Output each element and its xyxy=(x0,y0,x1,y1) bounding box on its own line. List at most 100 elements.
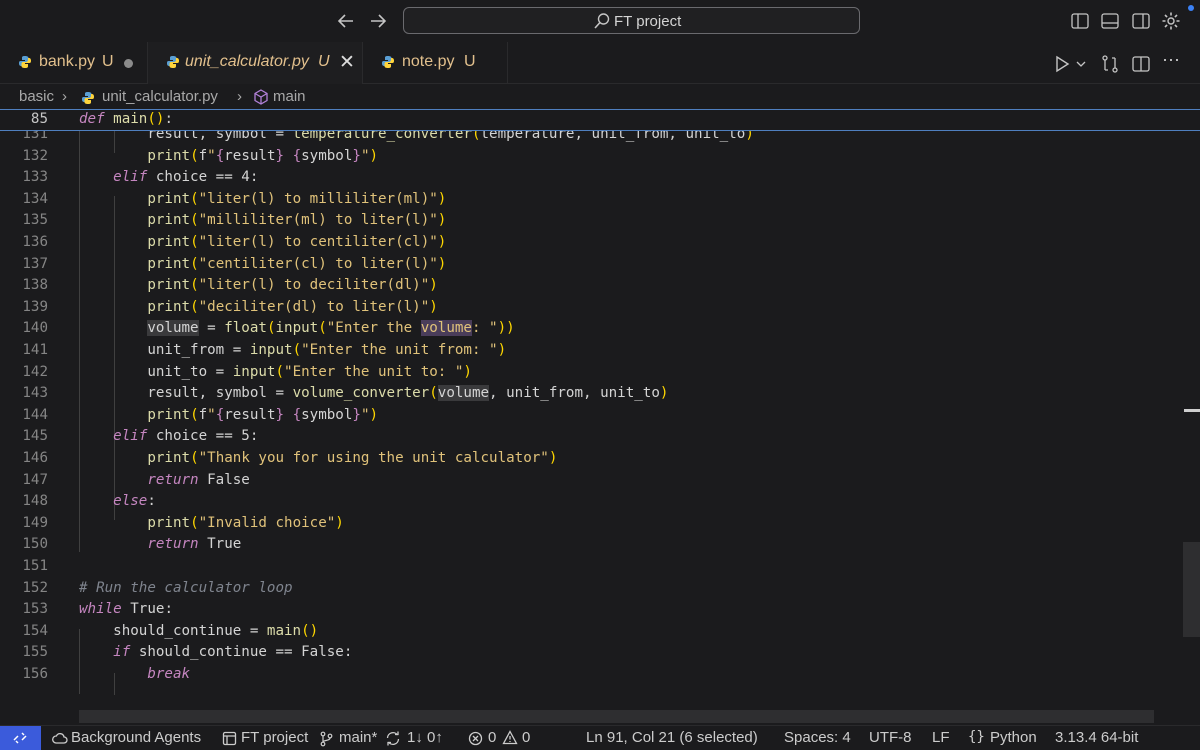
end-of-line[interactable]: LF xyxy=(932,729,950,746)
toggle-primary-sidebar-icon[interactable] xyxy=(1070,11,1090,31)
command-center-search[interactable]: FT project xyxy=(403,7,860,34)
line-number: 156 xyxy=(22,666,48,682)
toggle-secondary-sidebar-icon[interactable] xyxy=(1131,11,1151,31)
code-line[interactable]: 151 xyxy=(0,556,1185,578)
remote-icon xyxy=(13,732,27,744)
code-text: print("centiliter(cl) to liter(l)") xyxy=(147,255,447,272)
code-line[interactable]: 146 print("Thank you for using the unit … xyxy=(0,448,1185,470)
line-number: 143 xyxy=(22,385,48,402)
horizontal-scrollbar-thumb[interactable] xyxy=(79,710,1154,723)
code-line[interactable]: 153 while True: xyxy=(0,599,1185,621)
code-line[interactable]: 143 result, symbol = volume_converter(vo… xyxy=(0,383,1185,405)
line-number: 135 xyxy=(22,212,48,229)
code-line[interactable]: 152 # Run the calculator loop xyxy=(0,578,1185,600)
code-line[interactable]: 144 print(f"{result} {symbol}") xyxy=(0,405,1185,427)
line-number: 133 xyxy=(22,169,48,186)
code-line[interactable]: 138 print("liter(l) to deciliter(dl)") xyxy=(0,275,1185,297)
workspace-name[interactable]: FT project xyxy=(241,729,308,746)
code-line[interactable]: 133 elif choice == 4: xyxy=(0,167,1185,189)
code-line[interactable]: 132 print(f"{result} {symbol}") xyxy=(0,146,1185,168)
remote-indicator[interactable] xyxy=(0,726,41,750)
line-number: 147 xyxy=(22,471,48,488)
code-line[interactable]: 142 unit_to = input("Enter the unit to: … xyxy=(0,362,1185,384)
code-text: # Run the calculator loop xyxy=(79,579,293,596)
code-text: print("Invalid choice") xyxy=(147,514,344,531)
toggle-panel-icon[interactable] xyxy=(1100,11,1120,31)
code-editor[interactable]: 131 result, symbol = temperature_convert… xyxy=(0,109,1200,709)
warning-count[interactable]: 0 xyxy=(522,729,530,746)
breadcrumb-symbol[interactable]: main xyxy=(273,88,306,105)
vertical-scrollbar-thumb[interactable] xyxy=(1183,542,1200,637)
split-editor-icon[interactable] xyxy=(1131,54,1151,74)
line-number: 150 xyxy=(22,536,48,553)
code-line[interactable]: 135 print("milliliter(ml) to liter(l)") xyxy=(0,210,1185,232)
tab-note-py[interactable]: note.py U xyxy=(363,42,508,84)
code-text: should_continue = main() xyxy=(113,622,319,639)
error-count[interactable]: 0 xyxy=(488,729,496,746)
code-line[interactable]: 155 if should_continue == False: xyxy=(0,642,1185,664)
search-text: FT project xyxy=(614,13,682,30)
status-bar: Background Agents FT project main* 1↓ 0↑… xyxy=(0,725,1200,750)
python-interpreter[interactable]: 3.13.4 64-bit xyxy=(1055,729,1138,746)
code-line[interactable]: 136 print("liter(l) to centiliter(cl)") xyxy=(0,232,1185,254)
code-text: print("milliliter(ml) to liter(l)") xyxy=(147,212,447,229)
line-number: 138 xyxy=(22,277,48,294)
code-line[interactable]: 149 print("Invalid choice") xyxy=(0,513,1185,535)
code-text: volume = float(input("Enter the volume: … xyxy=(147,320,515,337)
line-number: 136 xyxy=(22,234,48,250)
language-mode[interactable]: Python xyxy=(990,729,1037,746)
line-number: 141 xyxy=(22,342,48,358)
code-line[interactable]: 147 return False xyxy=(0,470,1185,492)
tab-unit-calculator-py[interactable]: unit_calculator.py U ✕ xyxy=(148,42,363,84)
code-text: print(f"{result} {symbol}") xyxy=(147,147,379,164)
code-text: print("Thank you for using the unit calc… xyxy=(147,450,558,466)
run-python-icon[interactable] xyxy=(1052,54,1072,74)
braces-icon: {} xyxy=(968,729,985,745)
chevron-down-icon[interactable] xyxy=(1074,54,1088,74)
code-line[interactable]: 145 elif choice == 5: xyxy=(0,426,1185,448)
breadcrumb-folder[interactable]: basic xyxy=(19,88,54,105)
warning-icon xyxy=(502,730,518,745)
sync-status[interactable]: 1↓ 0↑ xyxy=(407,729,443,746)
code-line[interactable]: 134 print("liter(l) to milliliter(ml)") xyxy=(0,189,1185,211)
git-branch[interactable]: main* xyxy=(339,729,377,746)
code-text: return False xyxy=(147,471,250,488)
line-number: 140 xyxy=(22,320,48,337)
indentation[interactable]: Spaces: 4 xyxy=(784,729,851,746)
close-icon[interactable]: ✕ xyxy=(339,51,355,74)
line-number: 155 xyxy=(22,644,48,661)
symbol-method-icon xyxy=(254,89,268,105)
untracked-badge: U xyxy=(464,53,476,70)
code-line[interactable]: 141 unit_from = input("Enter the unit fr… xyxy=(0,340,1185,362)
open-changes-icon[interactable] xyxy=(1100,54,1120,74)
background-agents[interactable]: Background Agents xyxy=(71,729,201,746)
code-line[interactable]: 148 else: xyxy=(0,491,1185,513)
tab-label: unit_calculator.py xyxy=(185,53,309,70)
code-line[interactable]: 156 break xyxy=(0,664,1185,686)
code-line[interactable]: 154 should_continue = main() xyxy=(0,621,1185,643)
search-icon xyxy=(594,13,610,29)
code-text: else: xyxy=(113,493,156,510)
more-actions-icon[interactable]: ⋯ xyxy=(1162,50,1180,71)
encoding[interactable]: UTF-8 xyxy=(869,729,912,746)
code-text: unit_to = input("Enter the unit to: ") xyxy=(147,363,472,380)
cursor-position[interactable]: Ln 91, Col 21 (6 selected) xyxy=(586,729,758,746)
unsaved-dot-icon xyxy=(124,59,133,68)
chevron-right-icon: › xyxy=(237,88,242,105)
code-line[interactable]: 139 print("deciliter(dl) to liter(l)") xyxy=(0,297,1185,319)
scrollbar-cursor-marker xyxy=(1184,409,1200,412)
tab-bank-py[interactable]: bank.py U xyxy=(0,42,148,84)
code-line[interactable]: 140 volume = float(input("Enter the volu… xyxy=(0,318,1185,340)
arrow-right-icon[interactable] xyxy=(366,9,390,33)
code-text: elif choice == 5: xyxy=(113,428,259,445)
sticky-scroll-line[interactable]: 85 def main(): xyxy=(0,109,1200,131)
settings-gear-icon[interactable] xyxy=(1161,11,1181,31)
code-text: unit_from = input("Enter the unit from: … xyxy=(147,342,507,358)
code-line[interactable]: 137 print("centiliter(cl) to liter(l)") xyxy=(0,254,1185,276)
code-line[interactable]: 150 return True xyxy=(0,534,1185,556)
code-text: elif choice == 4: xyxy=(113,169,259,186)
arrow-left-icon[interactable] xyxy=(334,9,358,33)
untracked-badge: U xyxy=(318,53,330,70)
line-number: 145 xyxy=(22,428,48,445)
breadcrumb-file[interactable]: unit_calculator.py xyxy=(102,88,218,105)
